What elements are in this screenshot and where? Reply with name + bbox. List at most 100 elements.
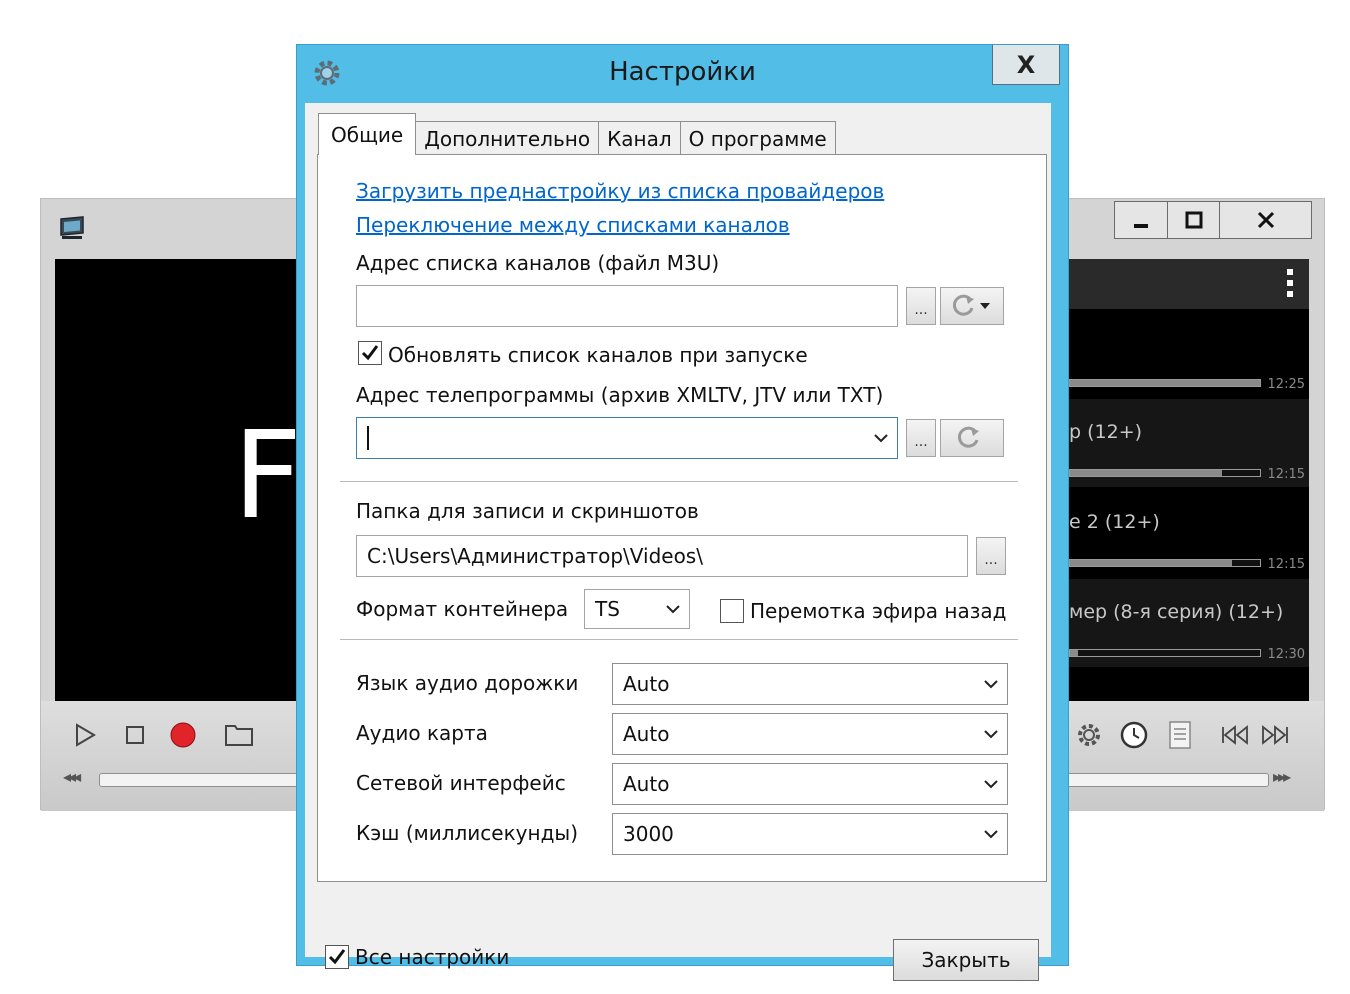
epg-address-label: Адрес телепрограммы (архив XMLTV, JTV ил… xyxy=(356,383,884,407)
m3u-address-label: Адрес списка каналов (файл M3U) xyxy=(356,251,720,275)
stop-button[interactable] xyxy=(119,719,151,751)
update-on-start-checkbox[interactable] xyxy=(358,341,382,365)
tab-channel[interactable]: Канал xyxy=(598,121,681,155)
settings-button[interactable] xyxy=(1073,719,1105,751)
settings-tabs: Общие Дополнительно Канал О программе xyxy=(318,113,836,155)
audio-language-select[interactable]: Auto xyxy=(612,663,1008,705)
maximize-icon xyxy=(1185,211,1202,229)
playlist-item[interactable]: 12:25 xyxy=(1069,309,1309,397)
timeshift-label: Перемотка эфира назад xyxy=(750,599,1007,623)
playlist-item[interactable]: мер (8-я серия) (12+) 12:30 xyxy=(1069,579,1309,667)
network-interface-select[interactable]: Auto xyxy=(612,763,1008,805)
player-window-controls xyxy=(1114,201,1312,239)
audio-language-label: Язык аудио дорожки xyxy=(356,671,579,695)
playlist-item-time: 12:15 xyxy=(1267,467,1305,482)
m3u-refresh-dropdown-button[interactable] xyxy=(940,287,1004,325)
load-preset-link[interactable]: Загрузить преднастройку из списка провай… xyxy=(356,179,884,203)
cache-value: 3000 xyxy=(623,822,674,846)
text-caret xyxy=(367,426,369,450)
playlist-item-title: мер (8-я серия) (12+) xyxy=(1069,601,1284,623)
switch-channel-lists-link[interactable]: Переключение между списками каналов xyxy=(356,213,790,237)
video-frame-text: F xyxy=(233,407,303,546)
skip-forward-icon xyxy=(1262,725,1288,745)
close-icon xyxy=(1257,211,1274,229)
timeshift-checkbox[interactable] xyxy=(720,599,744,623)
playlist-item-progress xyxy=(1069,379,1261,387)
play-icon xyxy=(76,723,96,747)
audio-language-value: Auto xyxy=(623,672,670,696)
record-button[interactable] xyxy=(167,719,199,751)
m3u-address-input[interactable] xyxy=(356,285,898,327)
minimize-button[interactable] xyxy=(1115,202,1167,238)
previous-channel-button[interactable] xyxy=(1219,719,1251,751)
playlist-item-title: р (12+) xyxy=(1069,421,1143,443)
refresh-dropdown-icon xyxy=(952,294,990,316)
container-format-select[interactable]: TS xyxy=(584,589,690,629)
tab-about[interactable]: О программе xyxy=(679,121,836,155)
playlist-item-progress xyxy=(1069,649,1261,657)
epg-list-button[interactable] xyxy=(1164,719,1196,751)
playlist-item-time: 12:30 xyxy=(1267,647,1305,662)
tab-general[interactable]: Общие xyxy=(318,113,417,155)
chevron-down-icon xyxy=(984,780,998,789)
record-folder-browse-button[interactable]: ... xyxy=(976,537,1006,575)
all-settings-label: Все настройки xyxy=(355,945,510,969)
minimize-icon xyxy=(1134,224,1148,228)
container-format-value: TS xyxy=(595,597,620,621)
close-dialog-button[interactable]: Закрыть xyxy=(893,939,1039,981)
maximize-button[interactable] xyxy=(1167,202,1219,238)
dialog-close-button[interactable]: X xyxy=(992,45,1060,85)
audio-card-label: Аудио карта xyxy=(356,721,488,745)
epg-refresh-button[interactable] xyxy=(940,419,1004,457)
dialog-client: Общие Дополнительно Канал О программе За… xyxy=(305,103,1051,981)
general-tab-panel: Загрузить преднастройку из списка провай… xyxy=(317,154,1047,882)
skip-back-icon xyxy=(1222,725,1248,745)
channel-playlist[interactable]: 12:25 р (12+) 12:15 е 2 (12+) 12:15 мер … xyxy=(1069,259,1309,701)
playlist-item[interactable]: е 2 (12+) 12:15 xyxy=(1069,489,1309,577)
settings-dialog: Настройки X Общие Дополнительно Канал О … xyxy=(296,44,1069,981)
open-file-button[interactable] xyxy=(223,719,255,751)
playlist-item-progress xyxy=(1069,559,1261,567)
audio-card-select[interactable]: Auto xyxy=(612,713,1008,755)
playlist-item-progress xyxy=(1069,469,1261,477)
chevron-down-icon xyxy=(984,830,998,839)
tv-icon xyxy=(60,216,84,239)
update-on-start-label: Обновлять список каналов при запуске xyxy=(388,343,808,367)
cache-select[interactable]: 3000 xyxy=(612,813,1008,855)
audio-card-value: Auto xyxy=(623,722,670,746)
gear-icon xyxy=(1078,724,1100,746)
playlist-header xyxy=(1069,259,1309,309)
rewind-icon[interactable]: ◂◂◂ xyxy=(63,767,81,786)
epg-browse-button[interactable]: ... xyxy=(906,419,936,457)
playlist-item-time: 12:25 xyxy=(1267,377,1305,392)
record-folder-input[interactable]: C:\Users\Администратор\Videos\ xyxy=(356,535,968,577)
check-icon xyxy=(361,345,379,361)
fast-forward-icon[interactable]: ▸▸▸ xyxy=(1273,767,1291,786)
refresh-icon xyxy=(957,426,979,448)
stop-icon xyxy=(126,726,144,744)
network-interface-label: Сетевой интерфейс xyxy=(356,771,566,795)
epg-address-combobox[interactable] xyxy=(356,417,898,459)
network-interface-value: Auto xyxy=(623,772,670,796)
video-area[interactable]: F xyxy=(55,259,305,701)
dialog-title: Настройки xyxy=(609,57,756,87)
clock-icon xyxy=(1120,721,1148,749)
playlist-item-time: 12:15 xyxy=(1267,557,1305,572)
chevron-down-icon xyxy=(984,680,998,689)
record-icon xyxy=(170,722,196,748)
folder-icon xyxy=(225,725,253,746)
chevron-down-icon xyxy=(666,605,680,614)
all-settings-checkbox[interactable] xyxy=(325,945,349,969)
play-button[interactable] xyxy=(69,719,101,751)
tab-advanced[interactable]: Дополнительно xyxy=(415,121,600,155)
container-format-label: Формат контейнера xyxy=(356,597,569,621)
check-icon xyxy=(328,949,346,965)
schedule-button[interactable] xyxy=(1118,719,1150,751)
player-close-button[interactable] xyxy=(1219,202,1311,238)
cache-label: Кэш (миллисекунды) xyxy=(356,821,579,845)
next-channel-button[interactable] xyxy=(1259,719,1291,751)
list-icon xyxy=(1169,721,1191,749)
m3u-browse-button[interactable]: ... xyxy=(906,287,936,325)
playlist-menu-icon[interactable] xyxy=(1287,269,1293,302)
playlist-item[interactable]: р (12+) 12:15 xyxy=(1069,399,1309,487)
